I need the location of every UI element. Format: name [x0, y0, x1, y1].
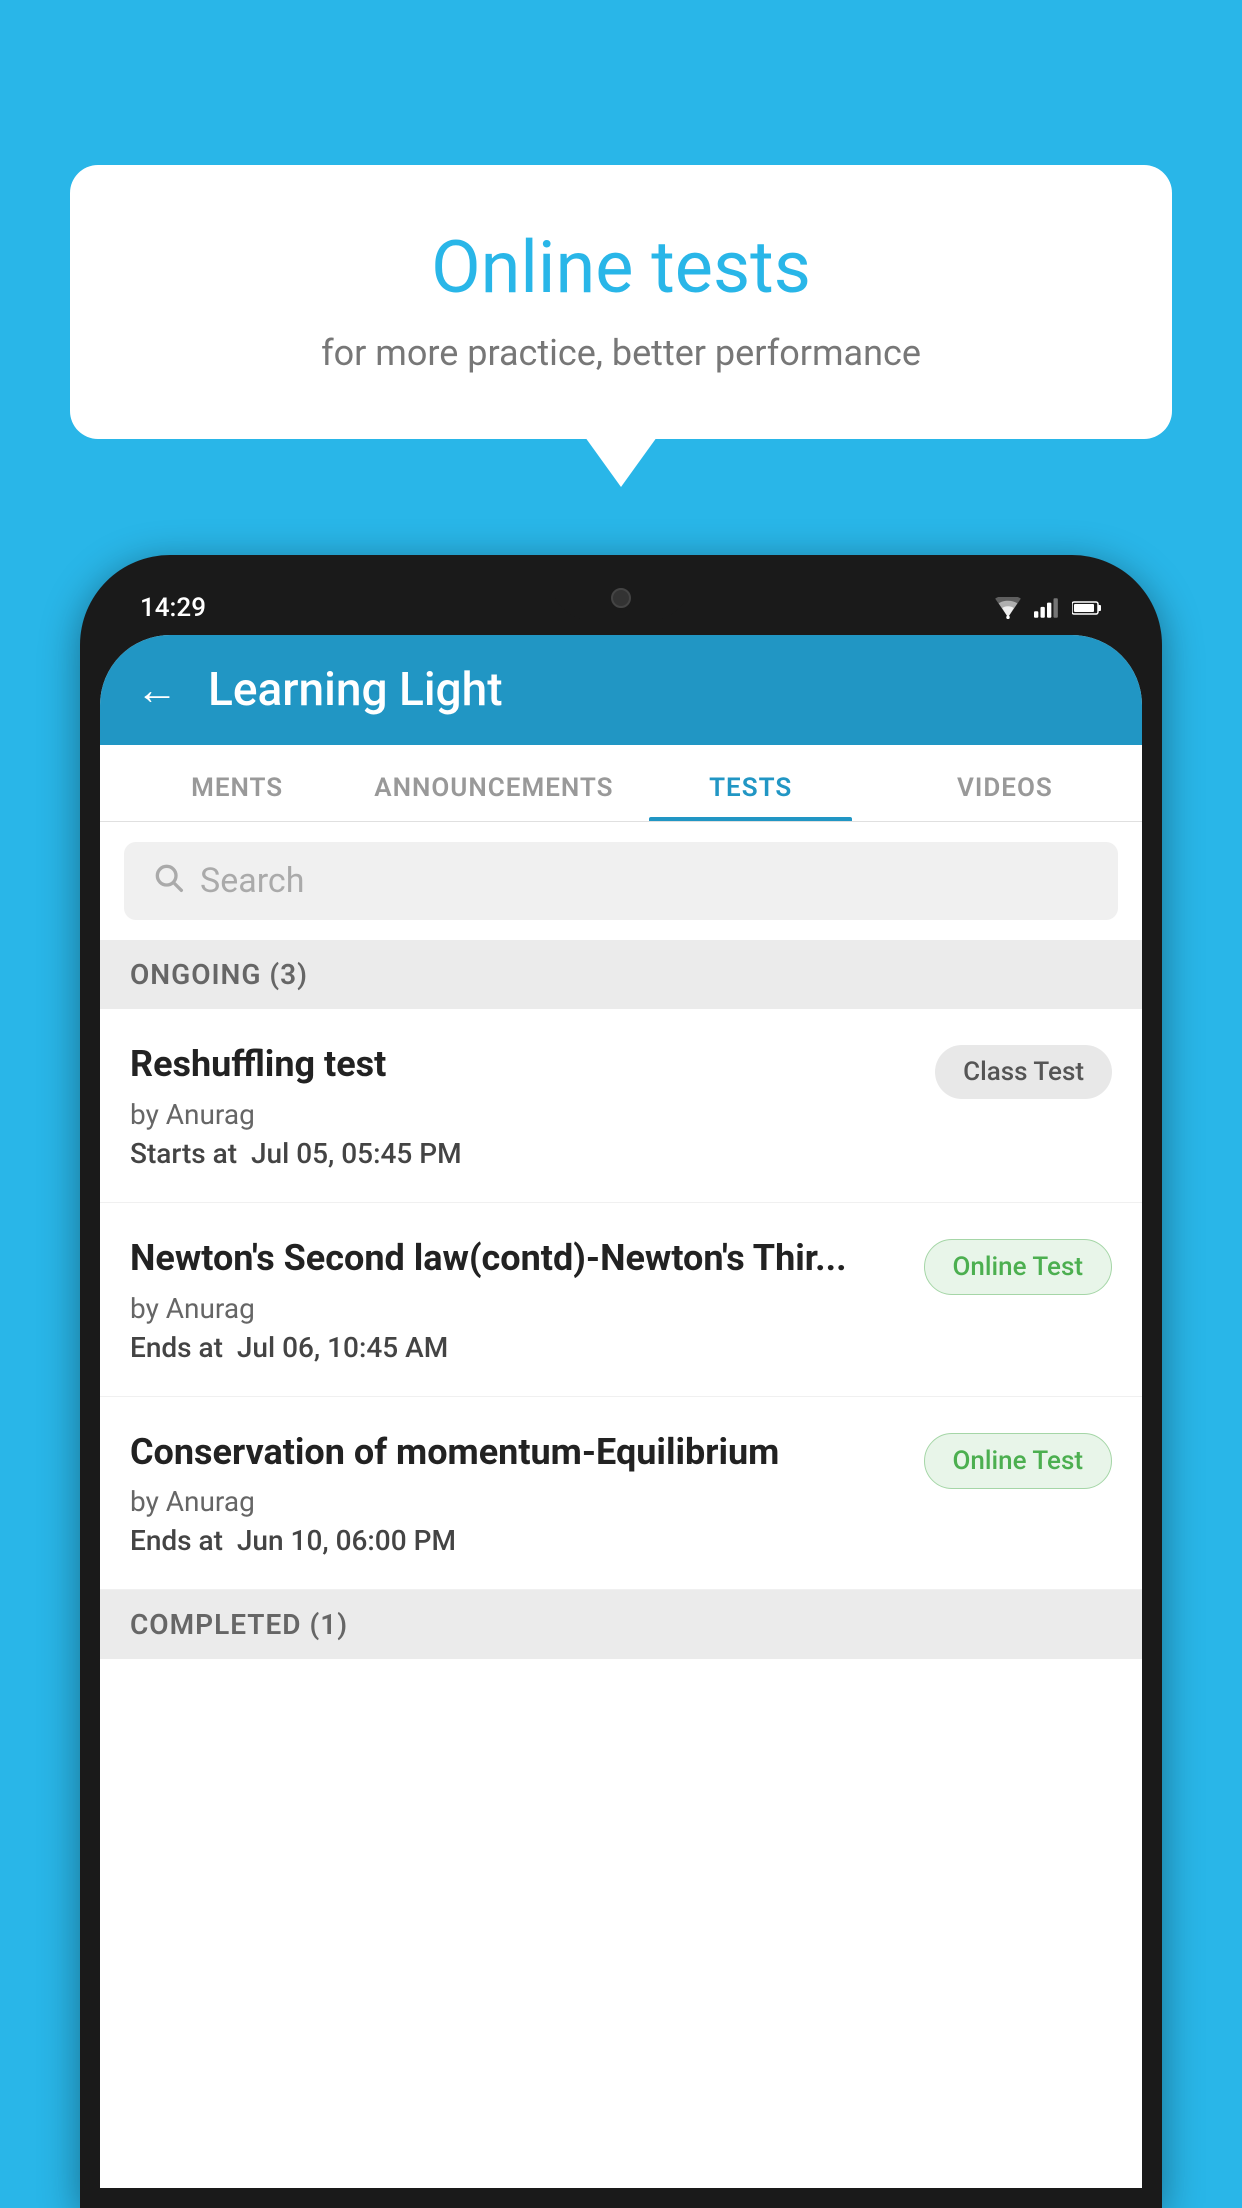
search-bar[interactable]: Search	[124, 842, 1118, 920]
phone-outer: 14:29	[80, 555, 1162, 2208]
test-author: by Anurag	[130, 1292, 904, 1325]
online-test-badge: Online Test	[924, 1239, 1113, 1295]
phone-screen: ← Learning Light MENTS ANNOUNCEMENTS TES…	[100, 635, 1142, 2188]
phone-wrapper: 14:29	[80, 555, 1162, 2208]
signal-icon	[1034, 597, 1060, 619]
search-placeholder: Search	[200, 861, 304, 901]
tab-ments[interactable]: MENTS	[110, 745, 364, 821]
test-info: Reshuffling test by Anurag Starts at Jul…	[130, 1041, 915, 1170]
test-item[interactable]: Reshuffling test by Anurag Starts at Jul…	[100, 1009, 1142, 1203]
test-date: Ends at Jun 10, 06:00 PM	[130, 1524, 904, 1557]
speech-bubble: Online tests for more practice, better p…	[70, 165, 1172, 439]
online-test-badge: Online Test	[924, 1433, 1113, 1489]
search-icon	[152, 860, 184, 902]
tabs-bar: MENTS ANNOUNCEMENTS TESTS VIDEOS	[100, 745, 1142, 822]
test-item[interactable]: Newton's Second law(contd)-Newton's Thir…	[100, 1203, 1142, 1397]
app-header: ← Learning Light	[100, 635, 1142, 745]
test-author: by Anurag	[130, 1485, 904, 1518]
status-icons	[994, 597, 1102, 619]
test-name: Newton's Second law(contd)-Newton's Thir…	[130, 1235, 904, 1282]
speech-bubble-container: Online tests for more practice, better p…	[70, 165, 1172, 439]
tab-videos[interactable]: VIDEOS	[878, 745, 1132, 821]
test-info: Conservation of momentum-Equilibrium by …	[130, 1429, 904, 1558]
search-container: Search	[100, 822, 1142, 940]
app-title: Learning Light	[208, 663, 503, 717]
ongoing-section-header: ONGOING (3)	[100, 940, 1142, 1009]
test-date: Ends at Jul 06, 10:45 AM	[130, 1331, 904, 1364]
phone-notch	[551, 575, 691, 620]
phone-camera	[611, 588, 631, 608]
test-name: Conservation of momentum-Equilibrium	[130, 1429, 904, 1476]
tab-tests[interactable]: TESTS	[624, 745, 878, 821]
tests-list: Reshuffling test by Anurag Starts at Jul…	[100, 1009, 1142, 2188]
back-button[interactable]: ←	[136, 666, 178, 715]
completed-section-header: COMPLETED (1)	[100, 1590, 1142, 1659]
battery-icon	[1072, 598, 1102, 618]
status-bar: 14:29	[100, 575, 1142, 635]
class-test-badge: Class Test	[935, 1045, 1112, 1099]
tab-announcements[interactable]: ANNOUNCEMENTS	[364, 745, 623, 821]
status-time: 14:29	[140, 593, 206, 623]
wifi-icon	[994, 597, 1022, 619]
speech-bubble-title: Online tests	[150, 225, 1092, 310]
test-date: Starts at Jul 05, 05:45 PM	[130, 1137, 915, 1170]
test-author: by Anurag	[130, 1098, 915, 1131]
speech-bubble-subtitle: for more practice, better performance	[150, 332, 1092, 374]
test-item[interactable]: Conservation of momentum-Equilibrium by …	[100, 1397, 1142, 1591]
test-info: Newton's Second law(contd)-Newton's Thir…	[130, 1235, 904, 1364]
test-name: Reshuffling test	[130, 1041, 915, 1088]
